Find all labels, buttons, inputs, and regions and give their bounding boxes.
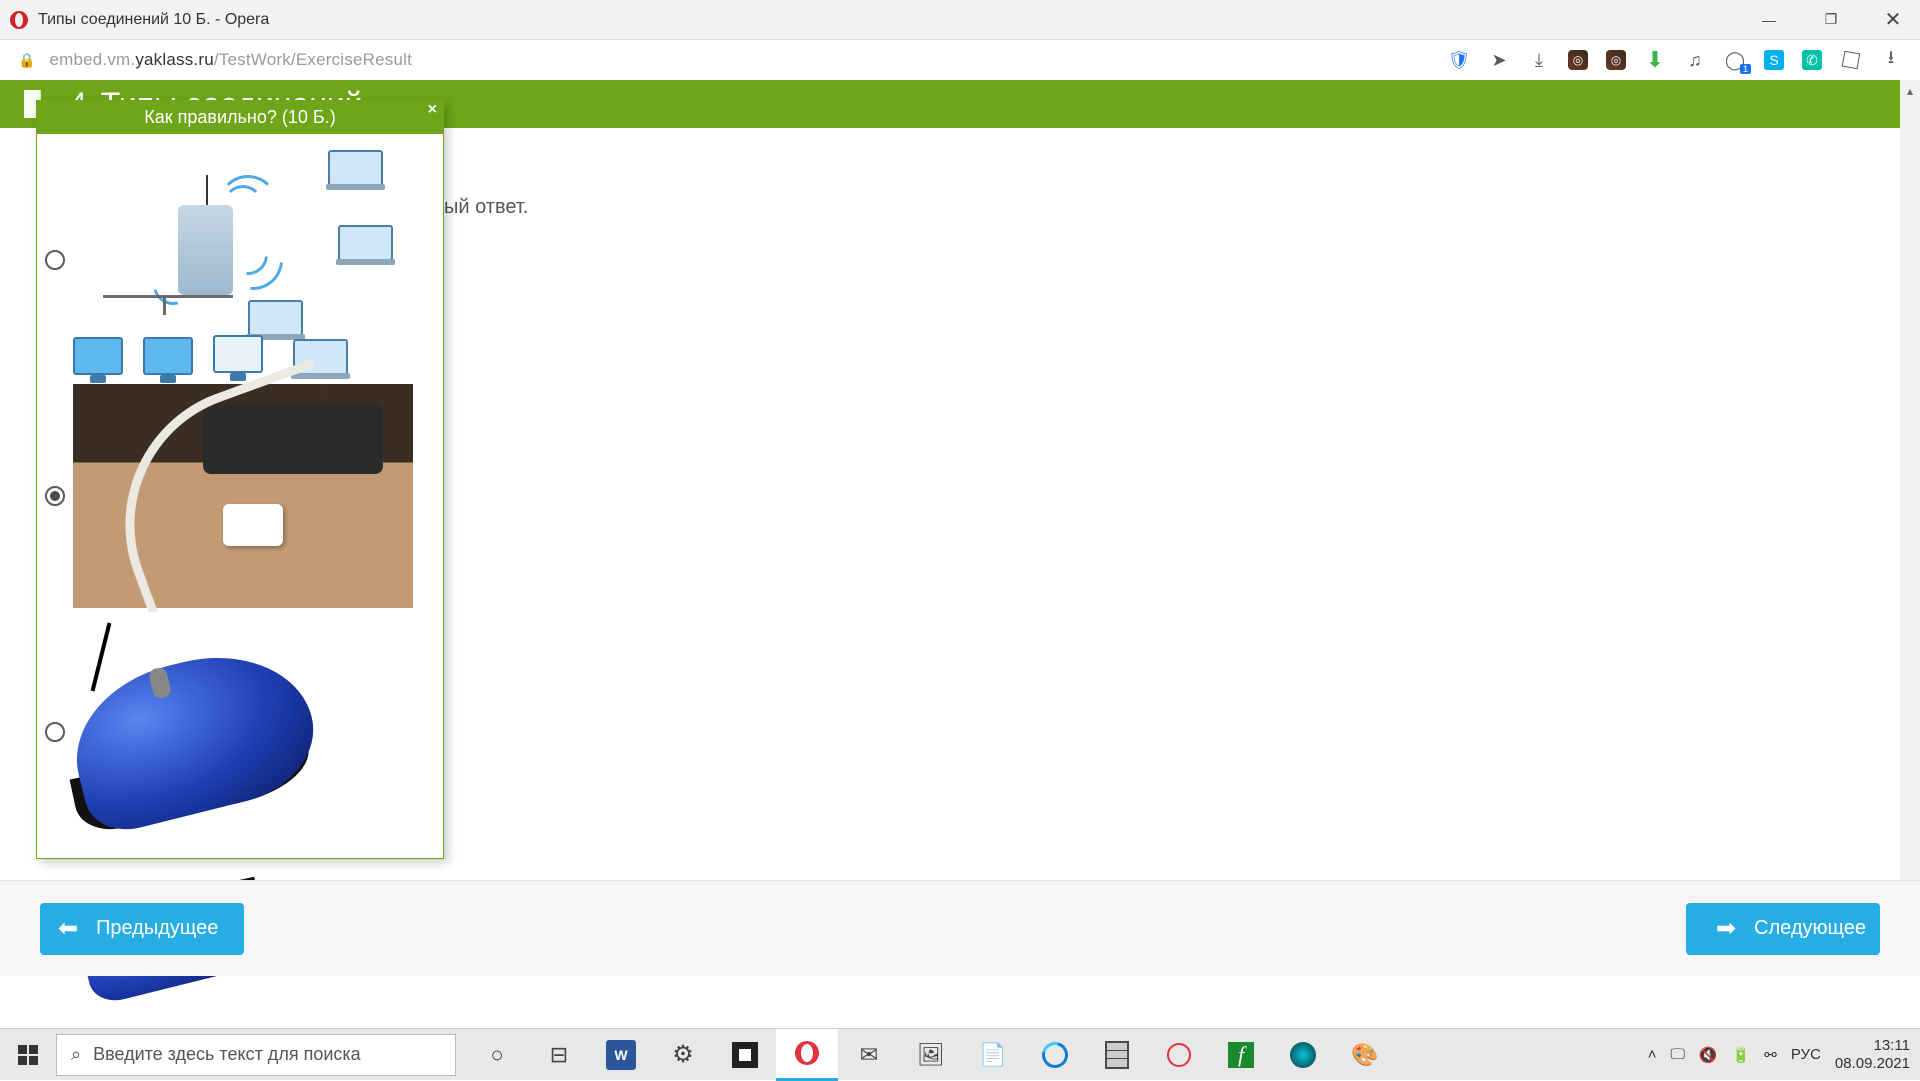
system-tray: ˄ 🖵 🔇 🔋 ⚯ РУС 13:11 08.09.2021 — [1648, 1037, 1920, 1073]
windows-taskbar: ⌕ Введите здесь текст для поиска ○ ⊟ W ⚙… — [0, 1028, 1920, 1080]
send-icon[interactable]: ➤ — [1488, 49, 1510, 71]
notepad-app[interactable]: 📄 — [962, 1029, 1024, 1081]
address-bar: 🔒 embed.vm.yaklass.ru/TestWork/ExerciseR… — [0, 40, 1920, 80]
clock-date: 08.09.2021 — [1835, 1055, 1910, 1073]
answer-option-2[interactable] — [45, 382, 435, 610]
opera-icon — [10, 11, 28, 29]
edge-app[interactable] — [1024, 1029, 1086, 1081]
blue-disc-app[interactable] — [1272, 1029, 1334, 1081]
answer-option-3[interactable] — [45, 610, 435, 854]
radio-option-3[interactable] — [45, 722, 65, 742]
start-button[interactable] — [0, 1029, 56, 1081]
tray-expand-icon[interactable]: ˄ — [1648, 1046, 1657, 1063]
radio-option-2[interactable] — [45, 486, 65, 506]
background-hint-text: ый ответ. — [444, 196, 528, 219]
next-label: Следующее — [1754, 917, 1866, 940]
clock[interactable]: 13:11 08.09.2021 — [1835, 1037, 1910, 1073]
volume-mute-icon[interactable]: 🔇 — [1699, 1046, 1718, 1064]
popup-title: Как правильно? (10 Б.) — [144, 107, 335, 127]
mail-app[interactable]: ✉ — [838, 1029, 900, 1081]
popup-body — [37, 134, 443, 858]
correct-answer-popup: Как правильно? (10 Б.) × — [36, 100, 444, 859]
instagram-icon[interactable]: ◎ — [1568, 50, 1588, 70]
download-person-icon[interactable]: ⤓ — [1528, 49, 1550, 71]
previous-button[interactable]: ⬅ Предыдущее — [40, 903, 244, 955]
music-icon[interactable]: ♫ — [1684, 49, 1706, 71]
green-app[interactable]: f — [1210, 1029, 1272, 1081]
word-app[interactable]: W — [590, 1029, 652, 1081]
download-icon[interactable]: ⭳ — [1880, 49, 1902, 71]
answer-image-wifi — [73, 140, 393, 380]
badge-count: 1 — [1740, 64, 1751, 74]
clock-time: 13:11 — [1835, 1037, 1910, 1055]
taskbar-pinned: ○ ⊟ W ⚙ ✉ 🖼 📄 f 🎨 — [466, 1029, 1396, 1080]
windows-logo-icon — [18, 1045, 38, 1065]
network-icon[interactable]: ⚯ — [1764, 1046, 1777, 1064]
shield-icon[interactable]: 🛡 — [1448, 49, 1470, 71]
task-view-icon[interactable]: ⊟ — [528, 1029, 590, 1081]
url-path: /TestWork/ExerciseResult — [214, 50, 412, 69]
extension-badge-icon[interactable]: ◯1 — [1724, 49, 1746, 71]
display-icon[interactable]: 🖵 — [1670, 1046, 1684, 1063]
arrow-right-icon: ➡ — [1712, 915, 1740, 943]
window-titlebar: Типы соединений 10 Б. - Opera — ❐ ✕ — [0, 0, 1920, 40]
green-download-icon[interactable]: ⬇ — [1644, 49, 1666, 71]
opera-ring-app[interactable] — [1148, 1029, 1210, 1081]
popup-close-icon[interactable]: × — [428, 101, 437, 119]
page-scrollbar[interactable]: ▴ — [1900, 80, 1920, 938]
image-app[interactable]: 🖼 — [900, 1029, 962, 1081]
opera-app[interactable] — [776, 1029, 838, 1081]
minimize-button[interactable]: — — [1752, 5, 1786, 35]
maximize-button[interactable]: ❐ — [1814, 5, 1848, 35]
search-placeholder: Введите здесь текст для поиска — [93, 1044, 361, 1065]
url-prefix: embed.vm. — [49, 50, 135, 69]
popup-header[interactable]: Как правильно? (10 Б.) × — [37, 101, 443, 134]
url-host: yaklass.ru — [135, 50, 214, 69]
settings-app[interactable]: ⚙ — [652, 1029, 714, 1081]
radio-option-1[interactable] — [45, 250, 65, 270]
window-controls: — ❐ ✕ — [1752, 5, 1910, 35]
window-title: Типы соединений 10 Б. - Opera — [38, 11, 269, 29]
cortana-icon[interactable]: ○ — [466, 1029, 528, 1081]
teal-ext-icon[interactable]: ✆ — [1802, 50, 1822, 70]
calculator-app[interactable] — [1086, 1029, 1148, 1081]
arrow-left-icon: ⬅ — [54, 915, 82, 943]
cube-icon[interactable] — [1840, 49, 1862, 71]
nav-footer: ⬅ Предыдущее ➡ Следующее — [0, 880, 1920, 976]
browser-toolbar-icons: 🛡 ➤ ⤓ ◎ ◎ ⬇ ♫ ◯1 S ✆ ⭳ — [1448, 49, 1902, 71]
answer-option-1[interactable] — [45, 138, 435, 382]
store-app[interactable] — [714, 1029, 776, 1081]
instagram-icon-2[interactable]: ◎ — [1606, 50, 1626, 70]
search-icon: ⌕ — [71, 1044, 81, 1065]
answer-image-cable — [73, 384, 413, 608]
next-button[interactable]: ➡ Следующее — [1686, 903, 1880, 955]
previous-label: Предыдущее — [96, 917, 218, 940]
skype-icon[interactable]: S — [1764, 50, 1784, 70]
paint-app[interactable]: 🎨 — [1334, 1029, 1396, 1081]
battery-icon[interactable]: 🔋 — [1732, 1046, 1751, 1064]
close-button[interactable]: ✕ — [1876, 5, 1910, 35]
language-indicator[interactable]: РУС — [1791, 1046, 1821, 1063]
answer-image-mouse — [73, 612, 313, 852]
lock-icon: 🔒 — [18, 52, 35, 69]
url-display[interactable]: embed.vm.yaklass.ru/TestWork/ExerciseRes… — [49, 50, 412, 70]
taskbar-search[interactable]: ⌕ Введите здесь текст для поиска — [56, 1034, 456, 1076]
